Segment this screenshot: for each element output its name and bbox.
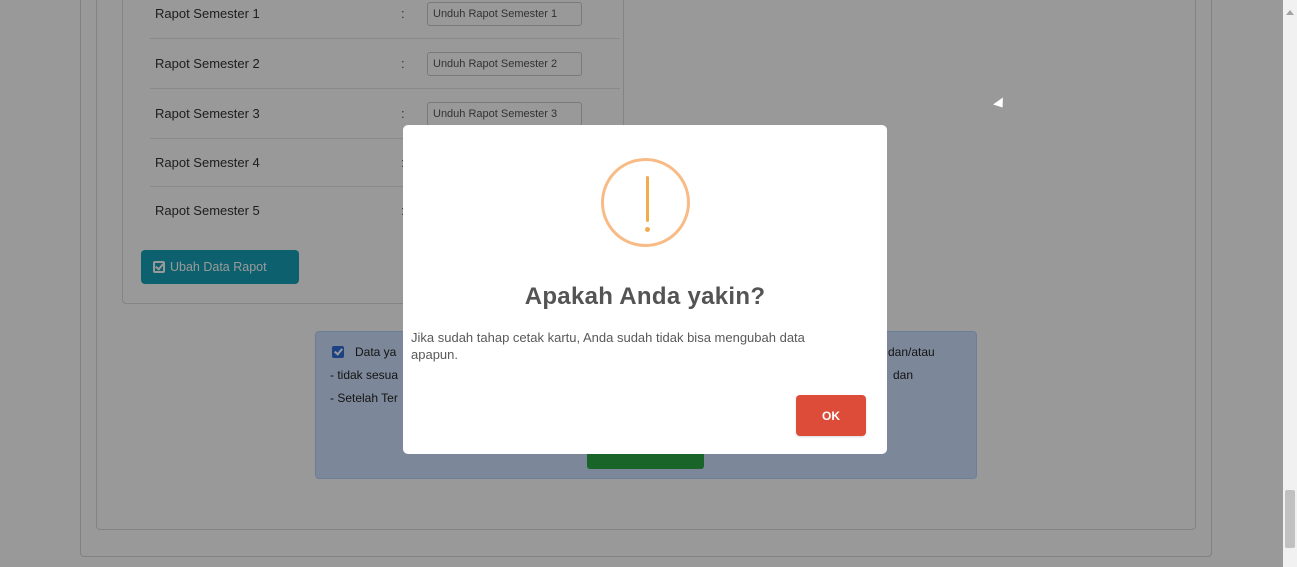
dialog-title: Apakah Anda yakin? — [524, 283, 766, 310]
page-scrollbar[interactable] — [1283, 0, 1297, 567]
warning-exclamation-icon — [601, 158, 690, 247]
app-window: Rapot Semester 1 : Unduh Rapot Semester … — [0, 0, 1297, 567]
warning-dot — [644, 227, 650, 232]
scroll-up-icon[interactable] — [1286, 10, 1294, 15]
scroll-thumb[interactable] — [1285, 490, 1295, 548]
warning-bar — [645, 176, 649, 222]
confirm-dialog: Apakah Anda yakin? Jika sudah tahap ceta… — [403, 125, 887, 454]
dialog-message: Jika sudah tahap cetak kartu, Anda sudah… — [411, 330, 805, 362]
ok-button[interactable]: OK — [796, 395, 866, 436]
